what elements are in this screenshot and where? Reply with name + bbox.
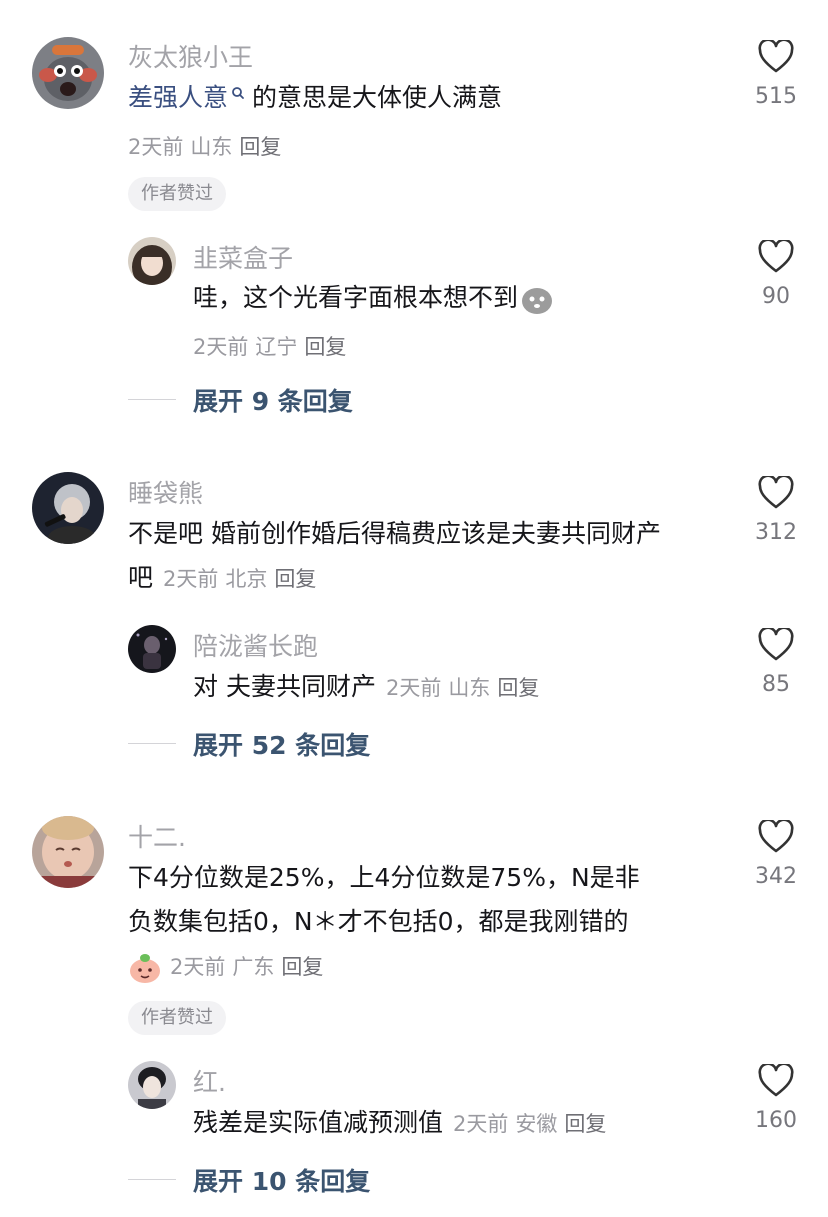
comment-meta: 2天前 山东 回复: [128, 135, 282, 159]
reply-meta: 2天前 安徽 回复: [453, 1112, 607, 1136]
comment-text: 差强人意 的意思是大体使人满意: [128, 83, 503, 112]
reply-username[interactable]: 陪泷酱长跑: [193, 627, 318, 663]
like-count: 515: [755, 84, 797, 109]
like-button[interactable]: 160: [746, 1064, 806, 1133]
reply-text: 残差是实际值减预测值 2天前 安徽 回复: [193, 1101, 733, 1146]
avatar[interactable]: [128, 625, 176, 673]
reply-button[interactable]: 回复: [281, 955, 323, 979]
author-liked-badge: 作者赞过: [128, 177, 226, 211]
reply-meta: 2天前 山东 回复: [385, 676, 540, 700]
like-button[interactable]: 342: [746, 820, 806, 889]
reply-button[interactable]: 回复: [304, 335, 346, 359]
like-count: 160: [755, 1108, 797, 1133]
reply-text: 对 夫妻共同财产 2天前 山东 回复: [193, 665, 733, 710]
heart-outline-icon: [758, 476, 794, 509]
avatar[interactable]: [128, 1061, 176, 1109]
author-liked-badge: 作者赞过: [128, 1001, 226, 1035]
like-button[interactable]: 312: [746, 476, 806, 545]
reply-button[interactable]: 回复: [239, 135, 281, 159]
reply-meta: 2天前 辽宁 回复: [193, 335, 347, 359]
comment-text: 下4分位数是25%，上4分位数是75%，N是非 负数集包括0，N＊才不包括0，都…: [128, 863, 640, 936]
avatar[interactable]: [32, 816, 104, 888]
reply-button[interactable]: 回复: [274, 567, 316, 591]
keyword-link[interactable]: 差强人意: [128, 83, 228, 112]
heart-outline-icon: [758, 1064, 794, 1097]
expand-replies-button[interactable]: 展开 10 条回复: [193, 1162, 370, 1198]
like-button[interactable]: 515: [746, 40, 806, 109]
avatar[interactable]: [32, 472, 104, 544]
like-count: 90: [762, 284, 790, 309]
divider: [128, 399, 176, 400]
emoji-icon: [130, 954, 160, 983]
comment-text: 不是吧 婚前创作婚后得稿费应该是夫妻共同财产 吧 2天前 北京 回复: [128, 519, 661, 592]
heart-outline-icon: [758, 628, 794, 661]
reply-button[interactable]: 回复: [497, 676, 539, 700]
reply-button[interactable]: 回复: [564, 1112, 606, 1136]
avatar[interactable]: [32, 37, 104, 109]
reply-username[interactable]: 红.: [193, 1063, 226, 1099]
like-count: 342: [755, 864, 797, 889]
emoji-icon: [522, 288, 553, 314]
like-count: 85: [762, 672, 790, 697]
comment-username[interactable]: 灰太狼小王: [128, 38, 253, 74]
divider: [128, 1179, 176, 1180]
like-count: 312: [755, 520, 797, 545]
comment-meta: 2天前 广东 回复: [128, 951, 330, 984]
like-button[interactable]: 85: [746, 628, 806, 697]
search-icon[interactable]: [230, 86, 246, 102]
expand-replies-button[interactable]: 展开 9 条回复: [193, 382, 353, 418]
comment-meta: 2天前 北京 回复: [163, 567, 317, 591]
heart-outline-icon: [758, 240, 794, 273]
reply-username[interactable]: 韭菜盒子: [193, 239, 293, 275]
expand-replies-button[interactable]: 展开 52 条回复: [193, 726, 370, 762]
heart-outline-icon: [758, 820, 794, 853]
reply-text: 哇，这个光看字面根本想不到: [193, 276, 733, 320]
heart-outline-icon: [758, 40, 794, 73]
comment-username[interactable]: 十二.: [128, 818, 186, 854]
avatar[interactable]: [128, 237, 176, 285]
divider: [128, 743, 176, 744]
like-button[interactable]: 90: [746, 240, 806, 309]
comment-username[interactable]: 睡袋熊: [128, 474, 203, 510]
